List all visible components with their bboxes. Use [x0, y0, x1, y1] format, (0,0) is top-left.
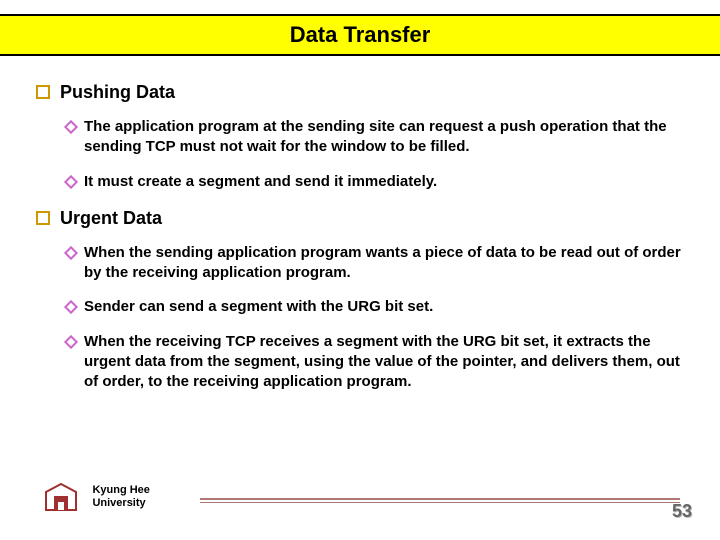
- list-item-text: When the sending application program wan…: [84, 243, 690, 284]
- slide: Data Transfer Pushing Data The applicati…: [0, 0, 720, 540]
- square-bullet-icon: [36, 85, 50, 99]
- diamond-bullet-icon: [64, 174, 78, 188]
- diamond-bullet-icon: [64, 246, 78, 260]
- footer-rule: [200, 502, 680, 503]
- content-area: Pushing Data The application program at …: [36, 76, 690, 392]
- list-item: The application program at the sending s…: [66, 117, 690, 158]
- title-band: Data Transfer: [0, 14, 720, 56]
- section-heading-text: Pushing Data: [60, 82, 175, 103]
- university-name-line1: Kyung Hee: [92, 484, 149, 496]
- square-bullet-icon: [36, 211, 50, 225]
- diamond-bullet-icon: [64, 300, 78, 314]
- section-heading: Urgent Data: [36, 208, 690, 229]
- diamond-bullet-icon: [64, 334, 78, 348]
- university-name-line2: University: [92, 497, 145, 509]
- footer: Kyung Hee University 53: [40, 480, 700, 524]
- list-item: Sender can send a segment with the URG b…: [66, 297, 690, 317]
- section-heading-text: Urgent Data: [60, 208, 162, 229]
- list-item-text: Sender can send a segment with the URG b…: [84, 297, 433, 317]
- section-body: The application program at the sending s…: [66, 117, 690, 192]
- section-body: When the sending application program wan…: [66, 243, 690, 393]
- section-heading: Pushing Data: [36, 82, 690, 103]
- list-item: When the sending application program wan…: [66, 243, 690, 284]
- list-item-text: It must create a segment and send it imm…: [84, 172, 437, 192]
- university-name: Kyung Hee University: [92, 484, 149, 510]
- list-item-text: When the receiving TCP receives a segmen…: [84, 332, 690, 393]
- list-item-text: The application program at the sending s…: [84, 117, 690, 158]
- university-logo-icon: [40, 480, 82, 516]
- slide-title: Data Transfer: [290, 22, 431, 48]
- list-item: It must create a segment and send it imm…: [66, 172, 690, 192]
- page-number: 53: [672, 501, 692, 522]
- diamond-bullet-icon: [64, 120, 78, 134]
- footer-rule: [200, 498, 680, 500]
- list-item: When the receiving TCP receives a segmen…: [66, 332, 690, 393]
